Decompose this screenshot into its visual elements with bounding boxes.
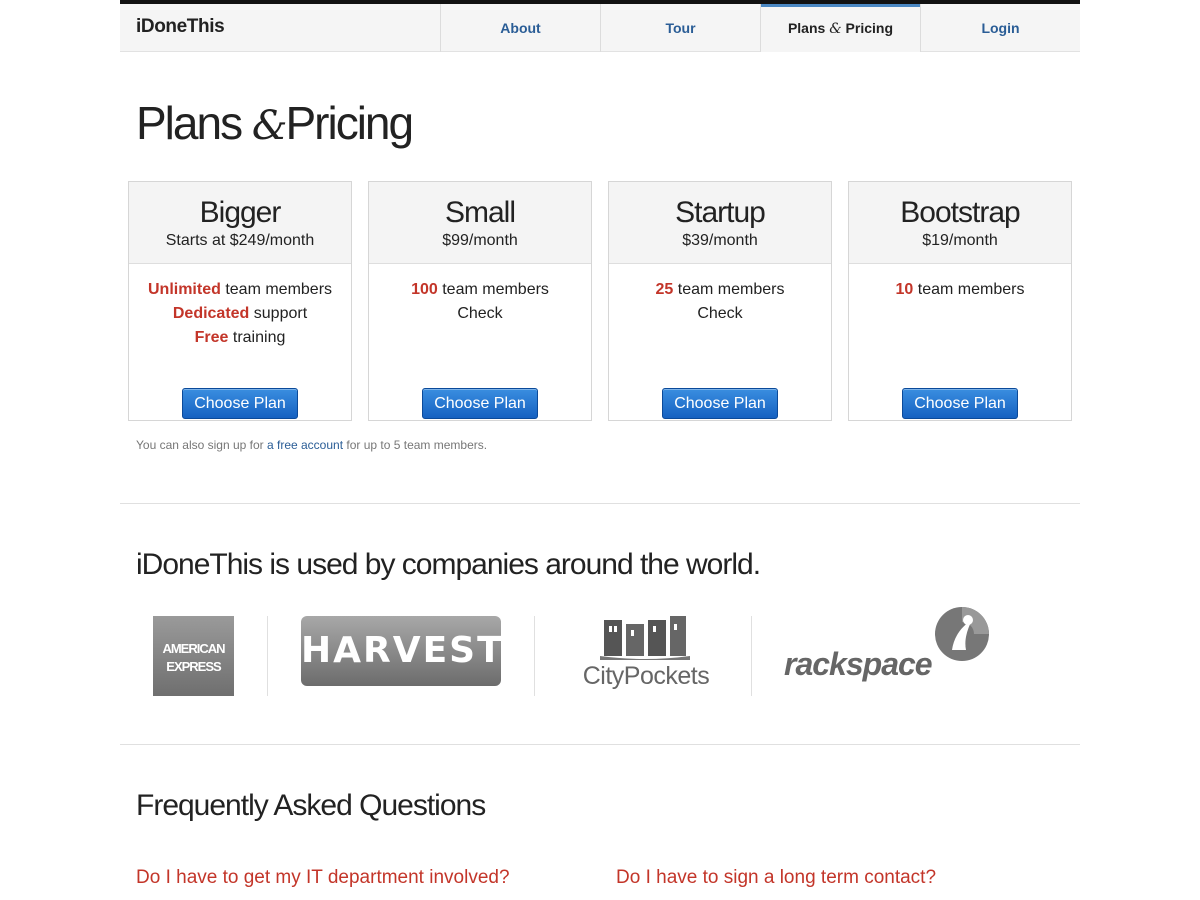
plan-name: Bootstrap bbox=[900, 196, 1020, 229]
feature-text: Check bbox=[457, 305, 503, 322]
feature-highlight: Unlimited bbox=[147, 281, 221, 298]
plan-feature: Check bbox=[369, 302, 591, 326]
amex-logo-text: EXPRESS bbox=[166, 659, 221, 674]
plan-card-bootstrap: Bootstrap $19/month 10 team members Choo… bbox=[848, 181, 1072, 421]
plan-feature: Check bbox=[609, 302, 831, 326]
faq-question-it-department[interactable]: Do I have to get my IT department involv… bbox=[136, 867, 510, 889]
plan-features: 25 team members Check bbox=[609, 264, 831, 356]
feature-highlight: 100 bbox=[411, 281, 438, 298]
nav-plans-label-part: Plans bbox=[787, 20, 830, 36]
faq-question-long-term-contract[interactable]: Do I have to sign a long term contact? bbox=[616, 867, 936, 889]
company-logos: AMERICAN EXPRESS HARVEST CityPockets rac… bbox=[120, 606, 1080, 706]
plan-feature: Free training bbox=[129, 326, 351, 350]
plan-header: Bigger Starts at $249/month bbox=[129, 182, 351, 264]
logo-separator bbox=[267, 616, 268, 696]
plan-header: Startup $39/month bbox=[609, 182, 831, 264]
plan-price: $39/month bbox=[682, 232, 758, 249]
plan-header: Bootstrap $19/month bbox=[849, 182, 1071, 264]
feature-highlight: Dedicated bbox=[172, 305, 250, 322]
feature-highlight: Free bbox=[194, 329, 229, 346]
harvest-logo: HARVEST bbox=[301, 616, 502, 686]
section-divider bbox=[120, 503, 1080, 504]
main-nav: About Tour Plans & Pricing Login bbox=[440, 4, 1080, 52]
rackspace-mark-icon bbox=[935, 607, 989, 661]
plan-header: Small $99/month bbox=[369, 182, 591, 264]
section-divider bbox=[120, 744, 1080, 745]
plan-card-bigger: Bigger Starts at $249/month Unlimited te… bbox=[128, 181, 352, 421]
plan-price: $19/month bbox=[922, 232, 998, 249]
plan-feature: Unlimited team members bbox=[129, 278, 351, 302]
page-title-part: Pricing bbox=[285, 97, 414, 149]
choose-plan-button[interactable]: Choose Plan bbox=[182, 388, 298, 419]
feature-highlight: 10 bbox=[895, 281, 914, 298]
plan-features: 10 team members bbox=[849, 264, 1071, 356]
faq-heading: Frequently Asked Questions bbox=[136, 789, 486, 822]
plan-card-small: Small $99/month 100 team members Check C… bbox=[368, 181, 592, 421]
plan-price: $99/month bbox=[442, 232, 518, 249]
nav-plans-pricing[interactable]: Plans & Pricing bbox=[760, 4, 920, 52]
page-title-ampersand: & bbox=[251, 103, 288, 149]
plan-features: Unlimited team members Dedicated support… bbox=[129, 264, 351, 356]
plan-card-startup: Startup $39/month 25 team members Check … bbox=[608, 181, 832, 421]
citypockets-logo-text: CityPockets bbox=[582, 662, 710, 690]
note-text: You can also sign up for bbox=[136, 438, 267, 452]
rackspace-logo-text: rackspace bbox=[784, 646, 933, 682]
plan-feature: Dedicated support bbox=[129, 302, 351, 326]
choose-plan-button[interactable]: Choose Plan bbox=[902, 388, 1018, 419]
choose-plan-button[interactable]: Choose Plan bbox=[662, 388, 778, 419]
plan-feature: 10 team members bbox=[849, 278, 1071, 302]
nav-tour[interactable]: Tour bbox=[600, 4, 760, 52]
plan-name: Bigger bbox=[199, 196, 282, 229]
choose-plan-button[interactable]: Choose Plan bbox=[422, 388, 538, 419]
plan-price: Starts at $249/month bbox=[165, 232, 315, 249]
feature-text: support bbox=[249, 305, 308, 322]
feature-text: team members bbox=[673, 281, 785, 298]
american-express-logo: AMERICAN EXPRESS bbox=[153, 616, 234, 696]
nav-pricing-label-part: Pricing bbox=[841, 20, 894, 36]
logo-separator bbox=[534, 616, 535, 696]
feature-text: Check bbox=[697, 305, 743, 322]
plans-grid: Bigger Starts at $249/month Unlimited te… bbox=[128, 181, 1072, 421]
feature-highlight: 25 bbox=[655, 281, 674, 298]
logo-separator bbox=[751, 616, 752, 696]
free-account-note: You can also sign up for a free account … bbox=[136, 438, 487, 452]
page-title: Plans &Pricing bbox=[136, 96, 414, 150]
top-navigation-bar: iDoneThis About Tour Plans & Pricing Log… bbox=[120, 0, 1080, 52]
plan-name: Startup bbox=[675, 196, 766, 229]
nav-login[interactable]: Login bbox=[920, 4, 1080, 52]
companies-heading: iDoneThis is used by companies around th… bbox=[136, 548, 761, 581]
citypockets-logo: CityPockets bbox=[566, 616, 722, 696]
plan-features: 100 team members Check bbox=[369, 264, 591, 356]
note-text: for up to 5 team members. bbox=[343, 438, 488, 452]
rackspace-logo: rackspace bbox=[782, 606, 992, 696]
citypockets-buildings-icon bbox=[600, 616, 690, 660]
page-wrapper: iDoneThis About Tour Plans & Pricing Log… bbox=[120, 0, 1080, 900]
nav-about[interactable]: About bbox=[440, 4, 600, 52]
plan-name: Small bbox=[444, 196, 516, 229]
feature-text: team members bbox=[913, 281, 1025, 298]
page-title-part: Plans bbox=[136, 97, 252, 149]
feature-text: team members bbox=[220, 281, 333, 298]
brand-logo[interactable]: iDoneThis bbox=[136, 4, 225, 52]
feature-text: training bbox=[228, 329, 286, 346]
amex-logo-text: AMERICAN bbox=[162, 641, 225, 656]
feature-text: team members bbox=[437, 281, 549, 298]
plan-feature: 100 team members bbox=[369, 278, 591, 302]
nav-plans-ampersand: & bbox=[829, 21, 842, 37]
free-account-link[interactable]: a free account bbox=[267, 438, 343, 452]
plan-feature: 25 team members bbox=[609, 278, 831, 302]
